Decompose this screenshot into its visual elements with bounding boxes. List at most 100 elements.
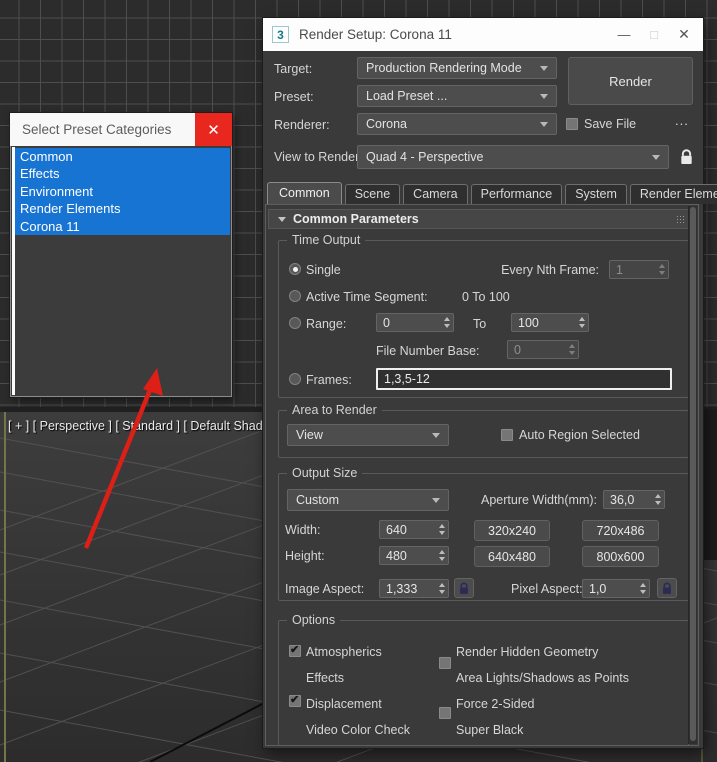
tab-render-elements[interactable]: Render Elements [629, 184, 717, 204]
chevron-down-icon [652, 154, 660, 160]
auto-region-checkbox[interactable] [501, 429, 513, 441]
spinner-arrows-icon[interactable] [656, 264, 668, 275]
group-title: Time Output [287, 233, 366, 247]
auto-region-label: Auto Region Selected [519, 428, 640, 442]
maximize-icon[interactable]: □ [639, 18, 669, 51]
preset-dropdown[interactable]: Load Preset ... [357, 85, 557, 107]
height-spinner[interactable]: 480 [379, 546, 449, 565]
time-output-group: Time Output Single Every Nth Frame: 1 Ac… [278, 233, 689, 398]
area-lights-checkbox[interactable] [439, 707, 451, 719]
popup-titlebar[interactable]: Select Preset Categories ✕ [10, 113, 232, 146]
resolution-button-640x480[interactable]: 640x480 [474, 546, 550, 567]
pixel-aspect-label: Pixel Aspect: [511, 582, 583, 596]
spinner-arrows-icon[interactable] [637, 583, 649, 594]
chevron-down-icon [540, 121, 548, 127]
lock-icon [663, 582, 671, 594]
select-preset-categories-dialog: Select Preset Categories ✕ Common Effect… [10, 113, 232, 397]
area-to-render-dropdown[interactable]: View [287, 424, 449, 446]
group-title: Area to Render [287, 403, 382, 417]
displacement-checkbox[interactable] [290, 743, 299, 745]
range-label: Range: [306, 317, 347, 331]
common-parameters-rollout[interactable]: Common Parameters [268, 209, 689, 229]
active-time-segment-radio[interactable] [289, 290, 301, 302]
width-spinner[interactable]: 640 [379, 520, 449, 539]
preset-category-list[interactable]: Common Effects Environment Render Elemen… [10, 146, 232, 397]
image-aspect-label: Image Aspect: [285, 582, 365, 596]
resolution-button-800x600[interactable]: 800x600 [582, 546, 659, 567]
list-item[interactable]: Effects [15, 165, 230, 183]
3dsmax-icon: 3 [272, 26, 289, 43]
every-nth-frame-spinner[interactable]: 1 [609, 260, 669, 279]
effects-checkbox[interactable] [289, 693, 301, 707]
save-file-checkbox[interactable] [566, 118, 578, 130]
dialog-titlebar[interactable]: 3 Render Setup: Corona 11 — □ ✕ [263, 18, 703, 51]
spinner-arrows-icon[interactable] [566, 344, 578, 355]
close-icon[interactable]: ✕ [669, 18, 699, 51]
list-item[interactable]: Corona 11 [15, 217, 230, 235]
viewport-lock-button[interactable] [676, 145, 696, 169]
renderer-dropdown[interactable]: Corona [357, 113, 557, 135]
output-size-preset-dropdown[interactable]: Custom [287, 489, 449, 511]
active-segment-range: 0 To 100 [462, 290, 510, 304]
resolution-button-720x486[interactable]: 720x486 [582, 520, 659, 541]
view-to-render-value: Quad 4 - Perspective [366, 150, 484, 164]
single-radio[interactable] [289, 263, 301, 275]
render-setup-dialog: 3 Render Setup: Corona 11 — □ ✕ Target: … [263, 18, 717, 748]
group-title: Options [287, 613, 341, 627]
area-lights-label: Area Lights/Shadows as Points [456, 671, 630, 685]
spinner-arrows-icon[interactable] [652, 494, 664, 505]
spinner-arrows-icon[interactable] [436, 550, 448, 561]
drag-handle-icon[interactable] [677, 216, 678, 217]
list-item[interactable]: Render Elements [15, 200, 230, 218]
panel-scrollbar[interactable] [688, 206, 697, 744]
pixel-aspect-spinner[interactable]: 1,0 [582, 579, 650, 598]
frames-value: 1,3,5-12 [384, 372, 430, 386]
viewport-left-border [4, 412, 6, 762]
effects-label: Effects [306, 671, 344, 685]
frames-input[interactable]: 1,3,5-12 [376, 368, 672, 390]
tab-scene[interactable]: Scene [344, 184, 401, 204]
render-hidden-geometry-checkbox[interactable] [439, 657, 451, 669]
spinner-arrows-icon[interactable] [441, 317, 453, 328]
tab-performance[interactable]: Performance [470, 184, 563, 204]
tab-system[interactable]: System [565, 184, 627, 204]
close-icon[interactable]: ✕ [195, 113, 232, 146]
common-tab-panel: Common Parameters Time Output Single Eve… [265, 204, 699, 746]
viewport-label[interactable]: [ + ] [ Perspective ] [ Standard ] [ Def… [8, 419, 286, 433]
chevron-down-icon [278, 216, 286, 222]
files-button[interactable]: ... [675, 113, 689, 128]
image-aspect-spinner[interactable]: 1,333 [379, 579, 449, 598]
view-to-render-dropdown[interactable]: Quad 4 - Perspective [357, 145, 669, 169]
aperture-width-spinner[interactable]: 36,0 [603, 490, 665, 509]
spinner-arrows-icon[interactable] [576, 317, 588, 328]
range-to-spinner[interactable]: 100 [511, 313, 589, 332]
minimize-icon[interactable]: — [609, 18, 639, 51]
range-from-spinner[interactable]: 0 [376, 313, 454, 332]
range-radio[interactable] [289, 317, 301, 329]
list-item[interactable]: Environment [15, 182, 230, 201]
popup-title: Select Preset Categories [22, 122, 172, 137]
spinner-arrows-icon[interactable] [436, 583, 448, 594]
video-color-check-label: Video Color Check [306, 723, 410, 737]
frames-radio[interactable] [289, 373, 301, 385]
single-label: Single [306, 263, 341, 277]
dialog-title: Render Setup: Corona 11 [299, 27, 452, 42]
renderer-value: Corona [366, 117, 407, 131]
image-aspect-lock-button[interactable] [454, 578, 474, 598]
world-axis-line [149, 699, 271, 762]
atmospherics-checkbox[interactable] [289, 643, 301, 657]
pixel-aspect-lock-button[interactable] [657, 578, 677, 598]
resolution-button-320x240[interactable]: 320x240 [474, 520, 550, 541]
scrollbar-thumb[interactable] [690, 207, 696, 741]
render-button[interactable]: Render [568, 57, 693, 105]
file-number-base-spinner[interactable]: 0 [507, 340, 579, 359]
chevron-down-icon [432, 497, 440, 503]
view-to-render-label: View to Render: [274, 150, 363, 164]
width-label: Width: [285, 523, 321, 537]
target-dropdown[interactable]: Production Rendering Mode [357, 57, 557, 79]
area-mode-value: View [296, 428, 323, 442]
tab-common[interactable]: Common [267, 182, 342, 204]
tab-camera[interactable]: Camera [403, 184, 468, 204]
spinner-arrows-icon[interactable] [436, 524, 448, 535]
list-item[interactable]: Common [15, 148, 230, 166]
